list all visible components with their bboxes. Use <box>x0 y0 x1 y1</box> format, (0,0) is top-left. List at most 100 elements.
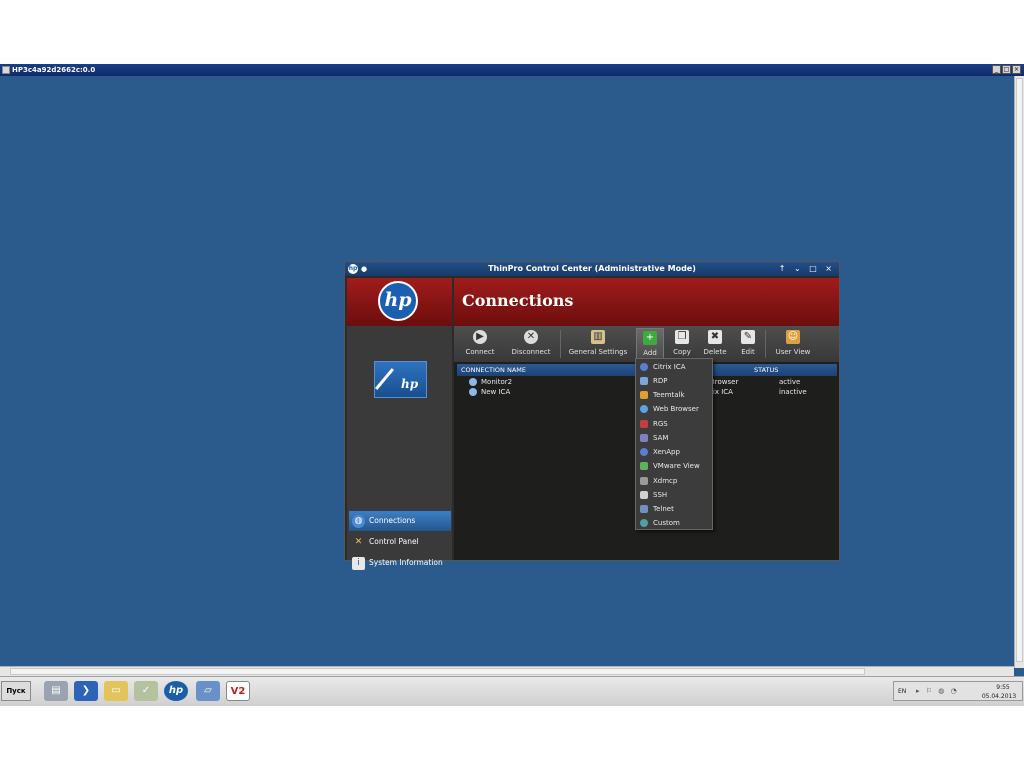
general-settings-button[interactable]: ▥ General Settings <box>564 328 632 360</box>
copy-label: Copy <box>673 348 691 356</box>
sidebar-item-system-information[interactable]: i System Information <box>349 553 451 570</box>
vertical-scroll-thumb[interactable] <box>1016 78 1023 662</box>
language-indicator[interactable]: EN <box>898 688 906 695</box>
tray-icons[interactable]: ▸ ⚐ ◍ ◔ <box>916 687 959 695</box>
vnc-title: HP3c4a92d2662c:0.0 <box>12 66 96 74</box>
connection-type: rix ICA <box>710 388 733 396</box>
settings-book-icon: ▥ <box>591 330 605 344</box>
add-connection-menu: Citrix ICA RDP Teemtalk Web Browser RGS … <box>635 358 713 530</box>
hp-taskbar-icon[interactable]: hp <box>164 681 188 701</box>
info-icon: i <box>352 557 365 570</box>
edit-icon: ✎ <box>741 330 755 344</box>
clock-time[interactable]: 9:55 <box>984 684 1022 691</box>
sidebar-item-label: System Information <box>369 558 443 567</box>
edit-button[interactable]: ✎ Edit <box>734 328 762 360</box>
column-header-status[interactable]: STATUS <box>754 364 778 376</box>
connect-button[interactable]: ▶ Connect <box>458 328 502 360</box>
page-title: Connections <box>462 291 574 310</box>
xdmcp-icon <box>640 477 648 485</box>
menu-item-xenapp[interactable]: XenApp <box>638 445 710 459</box>
vnc-app-icon <box>2 66 10 74</box>
horizontal-scrollbar[interactable] <box>0 666 1014 676</box>
custom-icon <box>640 519 648 527</box>
menu-item-label: VMware View <box>653 462 700 470</box>
general-settings-label: General Settings <box>568 348 628 356</box>
menu-item-teemtalk[interactable]: Teemtalk <box>638 388 710 402</box>
teemtalk-icon <box>640 391 648 399</box>
toolbar-separator <box>560 330 561 358</box>
sam-icon <box>640 434 648 442</box>
powershell-icon[interactable]: ❯ <box>74 681 98 701</box>
dialog-titlebar[interactable]: hp ● ThinPro Control Center (Administrat… <box>345 262 839 276</box>
delete-label: Delete <box>703 348 727 356</box>
menu-item-rdp[interactable]: RDP <box>638 374 710 388</box>
menu-item-custom[interactable]: Custom <box>638 516 710 530</box>
sidebar-item-connections[interactable]: ◍ Connections <box>349 511 451 531</box>
vnc-minimize-button[interactable]: _ <box>992 65 1001 74</box>
vnc-titlebar: HP3c4a92d2662c:0.0 _ □ × <box>0 64 1024 76</box>
sidebar-item-label: Control Panel <box>369 537 419 546</box>
user-icon: ☺ <box>786 330 800 344</box>
horizontal-scroll-thumb[interactable] <box>10 668 865 675</box>
menu-item-label: SSH <box>653 491 668 499</box>
logo-band: hp <box>347 278 452 326</box>
menu-item-rgs[interactable]: RGS <box>638 417 710 431</box>
vnc-close-button[interactable]: × <box>1012 65 1021 74</box>
explorer-folder-icon[interactable]: ▭ <box>104 681 128 701</box>
menu-item-citrix-ica[interactable]: Citrix ICA <box>638 360 710 374</box>
menu-item-label: RDP <box>653 377 668 385</box>
add-button[interactable]: + Add <box>636 328 664 360</box>
window-app-icon[interactable]: ▱ <box>196 681 220 701</box>
start-button[interactable]: Пуск <box>1 681 31 701</box>
menu-item-label: SAM <box>653 434 669 442</box>
user-view-label: User View <box>775 348 811 356</box>
tool-icon[interactable]: ✓ <box>134 681 158 701</box>
toolbar-separator <box>765 330 766 358</box>
menu-item-label: RGS <box>653 420 668 428</box>
telnet-icon <box>640 505 648 513</box>
dialog-window-controls[interactable]: ↑ ⌄ □ × <box>779 262 835 276</box>
hp-logo: hp <box>378 281 418 321</box>
play-icon: ▶ <box>473 330 487 344</box>
plus-icon: + <box>643 331 657 345</box>
menu-item-web-browser[interactable]: Web Browser <box>638 402 710 416</box>
toolbar: ▶ Connect ✕ Disconnect ▥ General Setting… <box>454 326 839 362</box>
header-band: Connections <box>454 278 839 326</box>
disconnect-button[interactable]: ✕ Disconnect <box>504 328 558 360</box>
vnc-viewer-taskbar-icon[interactable]: V2 <box>226 681 250 701</box>
edit-label: Edit <box>741 348 755 356</box>
column-header-name[interactable]: CONNECTION NAME <box>461 364 526 376</box>
system-tray: EN ▸ ⚐ ◍ ◔ 9:55 05.04.2013 <box>893 681 1023 701</box>
citrix-icon <box>640 363 648 371</box>
menu-item-vmware-view[interactable]: VMware View <box>638 459 710 473</box>
connection-status: active <box>779 378 801 386</box>
menu-item-telnet[interactable]: Telnet <box>638 502 710 516</box>
xenapp-icon <box>640 448 648 456</box>
user-view-button[interactable]: ☺ User View <box>768 328 818 360</box>
rgs-icon <box>640 420 648 428</box>
delete-button[interactable]: ✖ Delete <box>699 328 731 360</box>
copy-icon: ❐ <box>675 330 689 344</box>
vmware-icon <box>640 462 648 470</box>
connection-name: Monitor2 <box>481 378 513 386</box>
ssh-icon <box>640 491 648 499</box>
hp-tile-text: hp <box>401 377 419 391</box>
menu-item-label: Telnet <box>653 505 674 513</box>
vertical-scrollbar[interactable] <box>1014 76 1024 668</box>
menu-item-label: Web Browser <box>653 405 699 413</box>
menu-item-ssh[interactable]: SSH <box>638 488 710 502</box>
hp-tile-stroke <box>374 368 395 390</box>
server-manager-icon[interactable]: ▤ <box>44 681 68 701</box>
disconnect-label: Disconnect <box>511 348 551 356</box>
thinpro-control-center-dialog: hp ● ThinPro Control Center (Administrat… <box>344 261 840 570</box>
clock-date[interactable]: 05.04.2013 <box>976 693 1022 700</box>
copy-button[interactable]: ❐ Copy <box>668 328 696 360</box>
menu-item-label: Citrix ICA <box>653 363 686 371</box>
sidebar-item-control-panel[interactable]: ✕ Control Panel <box>349 532 451 552</box>
add-label: Add <box>643 349 657 357</box>
menu-item-xdmcp[interactable]: Xdmcp <box>638 474 710 488</box>
menu-item-sam[interactable]: SAM <box>638 431 710 445</box>
vnc-maximize-button[interactable]: □ <box>1002 65 1011 74</box>
tools-icon: ✕ <box>354 537 363 547</box>
taskbar: Пуск ▤ ❯ ▭ ✓ hp ▱ V2 EN ▸ ⚐ ◍ ◔ 9:55 05.… <box>0 676 1024 706</box>
